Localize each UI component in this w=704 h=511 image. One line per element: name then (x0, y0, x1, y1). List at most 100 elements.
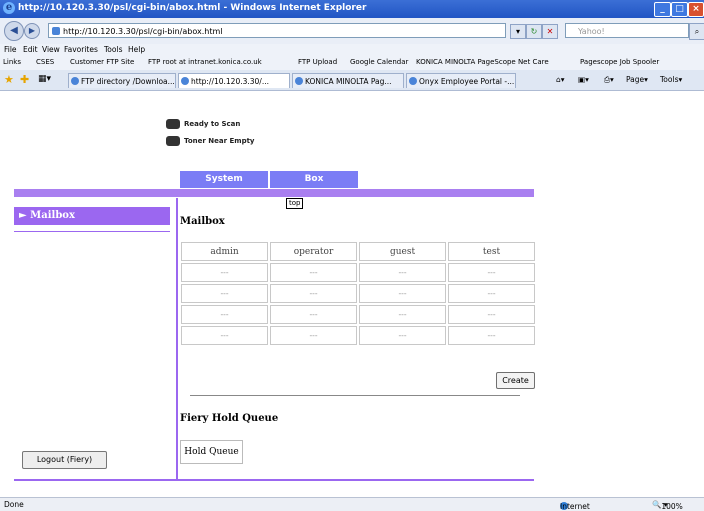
scan-status: Ready to Scan (166, 119, 240, 129)
links-bar: Links CSES Customer FTP Site FTP root at… (0, 56, 704, 71)
empty-mailbox-cell[interactable]: --- (181, 305, 268, 324)
logout-button[interactable]: Logout (Fiery) (22, 451, 107, 469)
menu-favorites[interactable]: Favorites (64, 45, 98, 54)
table-row: --- --- --- --- (181, 326, 535, 345)
link-pagescope-net-care[interactable]: KONICA MINOLTA PageScope Net Care (416, 58, 549, 66)
toner-status-text: Toner Near Empty (184, 137, 255, 145)
empty-mailbox-cell[interactable]: --- (359, 263, 446, 282)
favorites-star-icon[interactable]: ★ (4, 73, 14, 86)
tab-abox[interactable]: http://10.120.3.30/... (178, 73, 290, 88)
header-divider (14, 189, 534, 197)
page-menu[interactable]: Page▾ (626, 75, 648, 84)
page-icon (52, 27, 60, 35)
refresh-icon[interactable]: ↻ (526, 24, 542, 39)
tools-menu[interactable]: Tools▾ (660, 75, 682, 84)
home-icon[interactable]: ⌂▾ (556, 75, 565, 84)
printer-icon (166, 136, 180, 146)
mailbox-operator[interactable]: operator (270, 242, 357, 261)
address-dropdown-icon[interactable]: ▾ (510, 24, 526, 39)
link-cses[interactable]: CSES (36, 58, 54, 66)
tab-label: Onyx Employee Portal -... (419, 77, 515, 86)
menu-tools[interactable]: Tools (104, 45, 122, 54)
empty-mailbox-cell[interactable]: --- (270, 284, 357, 303)
menu-file[interactable]: File (4, 45, 17, 54)
empty-mailbox-cell[interactable]: --- (448, 326, 535, 345)
link-google-calendar[interactable]: Google Calendar (350, 58, 408, 66)
tab-favicon (295, 77, 303, 85)
menu-edit[interactable]: Edit (23, 45, 38, 54)
address-url: http://10.120.3.30/psl/cgi-bin/abox.html (63, 27, 223, 36)
tab-label: KONICA MINOLTA Pag... (305, 77, 392, 86)
tab-label: FTP directory /Downloa... (81, 77, 175, 86)
sidebar-separator (176, 198, 178, 479)
empty-mailbox-cell[interactable]: --- (181, 326, 268, 345)
status-text: Done (4, 500, 24, 509)
nav-system-button[interactable]: System (180, 171, 268, 188)
tab-konica-minolta[interactable]: KONICA MINOLTA Pag... (292, 73, 404, 88)
empty-mailbox-cell[interactable]: --- (270, 305, 357, 324)
mailbox-test[interactable]: test (448, 242, 535, 261)
empty-mailbox-cell[interactable]: --- (181, 284, 268, 303)
mailbox-table: admin operator guest test --- --- --- --… (179, 240, 537, 347)
sidebar-divider (14, 231, 170, 232)
tab-favicon (181, 77, 189, 85)
table-row: --- --- --- --- (181, 305, 535, 324)
link-ftp-root[interactable]: FTP root at intranet.konica.co.uk (148, 58, 262, 66)
stop-icon[interactable]: ✕ (542, 24, 558, 39)
tab-bar: ★ ✚ ▦▾ FTP directory /Downloa... http://… (0, 70, 704, 91)
mailbox-admin[interactable]: admin (181, 242, 268, 261)
maximize-button[interactable]: □ (671, 2, 688, 17)
tab-onyx-portal[interactable]: Onyx Employee Portal -... (406, 73, 516, 88)
tooltip: top (286, 198, 304, 209)
table-row: --- --- --- --- (181, 284, 535, 303)
ie-logo-icon: e (3, 2, 15, 14)
empty-mailbox-cell[interactable]: --- (359, 284, 446, 303)
tab-ftp-directory[interactable]: FTP directory /Downloa... (68, 73, 176, 88)
empty-mailbox-cell[interactable]: --- (448, 284, 535, 303)
table-header-row: admin operator guest test (181, 242, 535, 261)
tools-menu-label: Tools (660, 75, 679, 84)
quick-tabs-icon[interactable]: ▦▾ (38, 74, 51, 84)
add-favorites-icon[interactable]: ✚ (20, 73, 29, 86)
create-button[interactable]: Create (496, 372, 535, 389)
forward-icon[interactable]: ▶ (24, 23, 40, 39)
back-icon[interactable]: ◀ (4, 21, 24, 41)
empty-mailbox-cell[interactable]: --- (448, 305, 535, 324)
link-ftp-upload[interactable]: FTP Upload (298, 58, 337, 66)
zoom-control[interactable]: 🔍 100% ▾ (652, 500, 683, 511)
empty-mailbox-cell[interactable]: --- (448, 263, 535, 282)
menu-bar: File Edit View Favorites Tools Help (0, 44, 704, 56)
address-toolbar: ◀ ▶ http://10.120.3.30/psl/cgi-bin/abox.… (0, 18, 704, 45)
sidebar-item-mailbox[interactable]: ► Mailbox (14, 207, 170, 225)
nav-box-button[interactable]: Box (270, 171, 358, 188)
empty-mailbox-cell[interactable]: --- (359, 305, 446, 324)
menu-help[interactable]: Help (128, 45, 145, 54)
print-icon[interactable]: ⎙▾ (604, 75, 614, 85)
link-job-spooler[interactable]: Pagescope Job Spooler (580, 58, 659, 66)
footer-divider (14, 479, 534, 481)
status-bar: Done Internet 🔍 100% ▾ (0, 497, 704, 511)
hold-queue-button[interactable]: Hold Queue (180, 440, 243, 464)
search-icon[interactable]: ⌕ (689, 23, 704, 40)
close-button[interactable]: × (688, 2, 704, 17)
sidebar-item-label: Mailbox (30, 210, 75, 221)
toner-status: Toner Near Empty (166, 136, 255, 146)
empty-mailbox-cell[interactable]: --- (181, 263, 268, 282)
tab-favicon (409, 77, 417, 85)
empty-mailbox-cell[interactable]: --- (359, 326, 446, 345)
scan-status-text: Ready to Scan (184, 120, 241, 128)
tab-label: http://10.120.3.30/... (191, 77, 269, 86)
tab-favicon (71, 77, 79, 85)
feeds-icon[interactable]: ▣▾ (578, 75, 589, 84)
minimize-button[interactable]: _ (654, 2, 671, 17)
address-input[interactable]: http://10.120.3.30/psl/cgi-bin/abox.html (48, 23, 506, 38)
table-row: --- --- --- --- (181, 263, 535, 282)
mailbox-guest[interactable]: guest (359, 242, 446, 261)
search-input[interactable]: Yahoo! (565, 23, 689, 38)
page-menu-label: Page (626, 75, 645, 84)
scanner-icon (166, 119, 180, 129)
empty-mailbox-cell[interactable]: --- (270, 263, 357, 282)
link-customer-ftp[interactable]: Customer FTP Site (70, 58, 134, 66)
menu-view[interactable]: View (42, 45, 60, 54)
empty-mailbox-cell[interactable]: --- (270, 326, 357, 345)
